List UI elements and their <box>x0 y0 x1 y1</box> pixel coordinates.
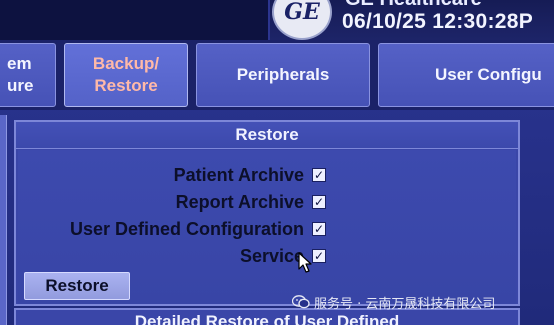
option-label: Service <box>239 245 304 266</box>
watermark-text: 服务号 · 云南万晟科技有限公司 <box>314 296 496 312</box>
option-label: Report Archive <box>175 191 304 212</box>
detailed-restore-title: Detailed Restore of User Defined <box>134 312 400 325</box>
datetime: 06/10/25 12:30:28P <box>342 10 534 33</box>
restore-button[interactable]: Restore <box>24 272 130 300</box>
screen: GE GE Healthcare 06/10/25 12:30:28P em u… <box>0 0 554 325</box>
tab-backup-restore[interactable]: Backup/ Restore <box>64 43 188 107</box>
tab-system-configure[interactable]: em ure <box>0 43 56 107</box>
restore-panel: Restore Patient Archive ✓ Report Archive… <box>14 120 520 306</box>
tab-peripherals-label: Peripherals <box>236 65 330 84</box>
restore-panel-body: Patient Archive ✓ Report Archive ✓ User … <box>18 150 516 304</box>
wechat-icon <box>292 295 310 309</box>
watermark: 服务号 · 云南万晟科技有限公司 <box>292 292 495 312</box>
tab-peripherals[interactable]: Peripherals <box>196 43 370 107</box>
report-archive-checkbox[interactable]: ✓ <box>312 195 326 209</box>
left-panel-edge <box>0 115 7 325</box>
ge-logo-text: GE <box>284 0 320 25</box>
mouse-cursor-icon <box>298 252 312 273</box>
patient-archive-checkbox[interactable]: ✓ <box>312 168 326 182</box>
tab-backup-label-line1: Backup/ <box>92 54 160 73</box>
tab-backup-label-line2: Restore <box>94 76 158 95</box>
tab-user-configuration[interactable]: User Configu <box>378 43 554 107</box>
restore-panel-title: Restore <box>16 122 518 149</box>
service-checkbox[interactable]: ✓ <box>312 249 326 263</box>
option-user-defined-configuration: User Defined Configuration ✓ <box>70 217 326 241</box>
option-report-archive: Report Archive ✓ <box>176 190 326 214</box>
option-label: Patient Archive <box>173 164 304 185</box>
tab-user-label: User Configu <box>435 65 542 84</box>
option-label: User Defined Configuration <box>69 218 304 239</box>
user-defined-configuration-checkbox[interactable]: ✓ <box>312 222 326 236</box>
option-patient-archive: Patient Archive ✓ <box>174 163 326 187</box>
tab-system-label: em ure <box>7 54 34 95</box>
